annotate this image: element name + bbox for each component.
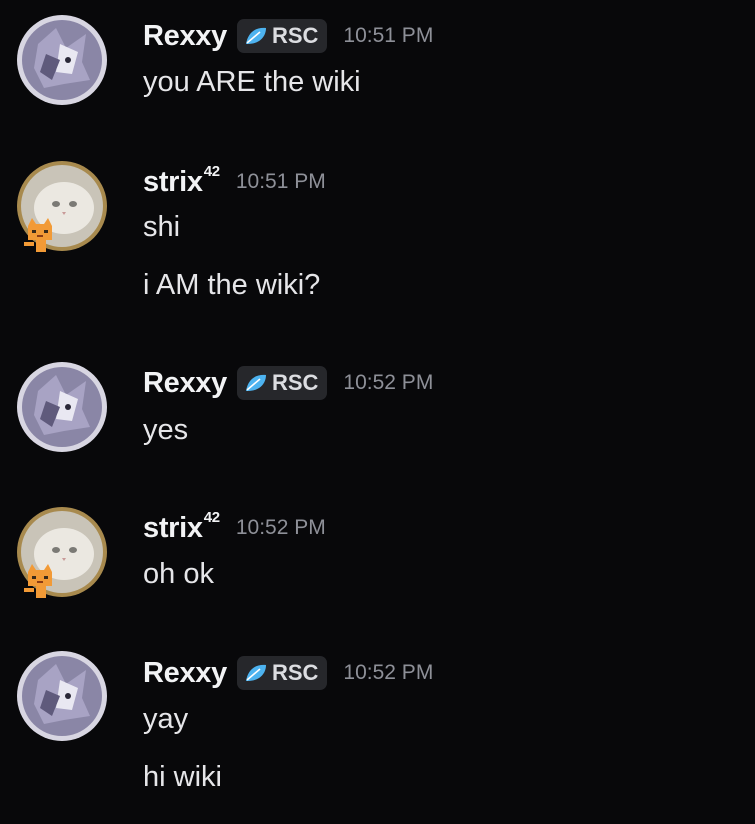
username-superscript: 42: [203, 508, 220, 526]
message-header: strix42 10:52 PM: [143, 508, 326, 548]
server-tag-badge[interactable]: RSC: [236, 19, 328, 53]
chat-log: Rexxy RSC 10:51 PM you ARE the wiki stri…: [0, 0, 755, 824]
server-tag-label: RSC: [271, 23, 319, 48]
message-text: hi wiki: [143, 761, 222, 793]
rexxy-avatar[interactable]: [16, 14, 108, 106]
message-header: Rexxy RSC 10:52 PM: [143, 653, 433, 693]
username-superscript: 42: [203, 162, 220, 180]
username[interactable]: strix42: [143, 162, 220, 199]
username[interactable]: Rexxy: [143, 20, 227, 53]
message-text: you ARE the wiki: [143, 66, 361, 98]
message-text: shi: [143, 211, 181, 243]
message-text: yes: [143, 414, 189, 446]
timestamp[interactable]: 10:52 PM: [343, 371, 433, 395]
leaf-icon: [245, 374, 266, 391]
timestamp[interactable]: 10:52 PM: [236, 516, 326, 540]
username[interactable]: strix42: [143, 508, 220, 545]
message-text: oh ok: [143, 558, 214, 590]
message-header: Rexxy RSC 10:52 PM: [143, 363, 433, 403]
leaf-icon: [245, 664, 266, 681]
message-text: i AM the wiki?: [143, 269, 321, 301]
rexxy-avatar[interactable]: [16, 361, 108, 453]
username-text: strix: [143, 511, 203, 544]
strix-avatar[interactable]: [16, 160, 108, 252]
message-text: yay: [143, 703, 189, 735]
username[interactable]: Rexxy: [143, 657, 227, 690]
message-header: strix42 10:51 PM: [143, 162, 326, 202]
server-tag-label: RSC: [271, 370, 319, 395]
timestamp[interactable]: 10:52 PM: [343, 661, 433, 685]
leaf-icon: [245, 27, 266, 44]
server-tag-badge[interactable]: RSC: [236, 656, 328, 690]
server-tag-label: RSC: [271, 660, 319, 685]
server-tag-badge[interactable]: RSC: [236, 366, 328, 400]
username[interactable]: Rexxy: [143, 367, 227, 400]
rexxy-avatar[interactable]: [16, 650, 108, 742]
message-header: Rexxy RSC 10:51 PM: [143, 16, 433, 56]
username-text: strix: [143, 165, 203, 198]
timestamp[interactable]: 10:51 PM: [236, 170, 326, 194]
timestamp[interactable]: 10:51 PM: [343, 24, 433, 48]
strix-avatar[interactable]: [16, 506, 108, 598]
